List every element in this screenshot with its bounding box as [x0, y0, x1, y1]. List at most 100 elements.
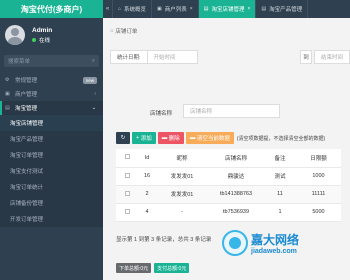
- menu-search-placeholder: 搜索菜单: [8, 59, 31, 65]
- close-icon[interactable]: ×: [247, 6, 250, 12]
- row-checkbox[interactable]: [116, 185, 138, 204]
- to-label: 到: [300, 50, 312, 64]
- tab-bar: « ⌂ 系统概览 ▣ 商户列表 × ▤ 淘宝店铺管理 × ▤ 淘宝产品管理: [103, 0, 350, 18]
- delete-button-label: 删除: [168, 136, 180, 142]
- trash-icon: ▬: [161, 135, 168, 141]
- folder-icon: ▤: [5, 105, 10, 111]
- breadcrumb: ⌂ 店铺订单: [110, 27, 137, 35]
- cell-id: 4: [138, 203, 156, 222]
- trash-icon: ▬: [189, 135, 196, 141]
- table-header-row: Id 昵称 店铺名称 备注 日限额: [116, 149, 341, 168]
- summary-bar: 下单总额:0元 支付总额:0元: [116, 263, 192, 273]
- tab-label: 淘宝产品管理: [269, 7, 303, 13]
- row-checkbox[interactable]: [116, 203, 138, 222]
- site-watermark: 嘉大网络 jiadaweb.com: [222, 222, 350, 264]
- home-icon: ⌂: [110, 28, 114, 34]
- shop-name-label: 店铺名称: [150, 111, 173, 117]
- col-shop-name[interactable]: 店铺名称: [208, 149, 264, 168]
- add-button[interactable]: + 添加: [132, 132, 156, 144]
- user-status-text: 在线: [39, 37, 51, 44]
- user-status: 在线: [32, 36, 52, 44]
- sidebar-item-label: 商户管理: [15, 92, 38, 98]
- refresh-icon: ↻: [120, 135, 126, 141]
- cell-daily-limit: 11111: [296, 185, 341, 204]
- gear-icon: ⚙: [5, 77, 10, 83]
- new-badge: new: [82, 76, 97, 84]
- cell-id: 16: [138, 167, 156, 186]
- delete-button[interactable]: ▬ 删除: [157, 132, 184, 144]
- cell-shop-name: 鼎骏达: [208, 167, 264, 186]
- sidebar-item-shop-manage[interactable]: 淘宝店铺管理: [0, 115, 103, 131]
- table-row[interactable]: 16 发发发01 鼎骏达 测试 1000: [116, 167, 341, 186]
- tab-merchant-list[interactable]: ▣ 商户列表 ×: [152, 0, 199, 18]
- cell-remark: 测试: [264, 167, 296, 186]
- shop-table: Id 昵称 店铺名称 备注 日限额 16 发发发01 鼎骏达 测试 1000 2…: [116, 149, 341, 222]
- cell-remark: 11: [264, 185, 296, 204]
- tab-label: 系统概览: [124, 7, 147, 13]
- watermark-cn: 嘉大网络: [251, 233, 300, 247]
- clear-data-button[interactable]: ▬ 清空当前数据: [185, 132, 234, 144]
- col-id[interactable]: Id: [138, 149, 156, 168]
- user-name: Admin: [32, 26, 53, 34]
- tab-scroll-left-icon[interactable]: «: [103, 0, 113, 18]
- clear-button-label: 清空当前数据: [196, 136, 230, 142]
- cell-remark: 1: [264, 203, 296, 222]
- table-toolbar: ↻ + 添加 ▬ 删除 ▬ 清空当前数据 (清空项数据提，不选择清空全部的数据): [116, 132, 325, 144]
- users-icon: ▣: [157, 6, 162, 12]
- cell-nickname: 发发发01: [156, 167, 208, 186]
- tab-shop-manage[interactable]: ▤ 淘宝店铺管理 ×: [198, 0, 257, 18]
- tab-overview[interactable]: ⌂ 系统概览: [113, 0, 153, 18]
- plus-icon: +: [136, 135, 140, 141]
- sidebar-item-taobao[interactable]: ▤ 淘宝管理 ⌄: [0, 101, 103, 115]
- table-row[interactable]: 4 - tb7536939 1 5000: [116, 203, 341, 222]
- sidebar-item-merchants[interactable]: ▣ 商户管理 ‹: [0, 87, 103, 101]
- date-range-start: 统计日期: 开始时间: [110, 50, 198, 64]
- table-row[interactable]: 2 发发发01 tb141388763 11 11111: [116, 185, 341, 204]
- date-end-input[interactable]: 结束时间: [314, 50, 350, 64]
- sidebar-item-label: 常规管理: [15, 78, 38, 84]
- tab-label: 商户列表: [164, 7, 187, 13]
- avatar[interactable]: [5, 25, 25, 45]
- row-checkbox[interactable]: [116, 167, 138, 186]
- shop-icon: ▤: [261, 6, 267, 12]
- col-nickname[interactable]: 昵称: [156, 149, 208, 168]
- date-start-input[interactable]: 开始时间: [148, 53, 176, 61]
- users-icon: ▣: [5, 91, 10, 97]
- pay-total-badge: 支付总额:0元: [154, 263, 190, 273]
- sidebar-item-shop-backup[interactable]: 店铺备份管理: [0, 195, 103, 211]
- col-remark[interactable]: 备注: [264, 149, 296, 168]
- app-brand: 淘宝代付(多商户): [0, 0, 103, 18]
- sidebar-item-order-manage[interactable]: 淘宝订单管理: [0, 147, 103, 163]
- search-icon[interactable]: ⌕: [92, 58, 95, 65]
- close-icon[interactable]: ×: [190, 6, 193, 12]
- shop-name-input[interactable]: 店铺名称: [183, 104, 280, 118]
- tab-product-manage[interactable]: ▤ 淘宝产品管理: [256, 0, 309, 18]
- online-dot-icon: [32, 37, 36, 42]
- col-daily-limit[interactable]: 日限额: [296, 149, 341, 168]
- select-all-checkbox[interactable]: [116, 149, 138, 168]
- cell-shop-name: tb7536939: [208, 203, 264, 222]
- cell-shop-name: tb141388763: [208, 185, 264, 204]
- chevron-left-icon: ‹: [94, 91, 96, 97]
- breadcrumb-label: 店铺订单: [115, 29, 138, 35]
- menu-search-input[interactable]: 搜索菜单 ⌕: [4, 55, 99, 67]
- date-label: 统计日期:: [111, 51, 148, 63]
- cell-daily-limit: 1000: [296, 167, 341, 186]
- chevron-down-icon: ⌄: [91, 105, 96, 111]
- clear-tip-text: (清空项数据提，不选择清空全部的数据): [236, 135, 326, 142]
- sidebar-item-general[interactable]: ⚙ 常规管理 new: [0, 73, 103, 87]
- home-icon: ⌂: [118, 6, 122, 12]
- refresh-button[interactable]: ↻: [116, 132, 130, 144]
- tab-label: 淘宝店铺管理: [211, 7, 245, 13]
- cell-daily-limit: 5000: [296, 203, 341, 222]
- sidebar-item-order-stats[interactable]: 淘宝订单统计: [0, 179, 103, 195]
- sidebar-item-pay-test[interactable]: 淘宝支付测试: [0, 163, 103, 179]
- order-total-badge: 下单总额:0元: [116, 263, 152, 273]
- sidebar-item-dev-orders[interactable]: 开发订单管理: [0, 211, 103, 227]
- pagination-info: 显示第 1 到第 3 条记录，总共 3 条记录: [116, 237, 212, 243]
- cell-id: 2: [138, 185, 156, 204]
- watermark-logo-icon: [222, 230, 248, 256]
- sidebar-item-product-manage[interactable]: 淘宝产品管理: [0, 131, 103, 147]
- cell-nickname: 发发发01: [156, 185, 208, 204]
- user-panel: Admin 在线: [0, 18, 103, 52]
